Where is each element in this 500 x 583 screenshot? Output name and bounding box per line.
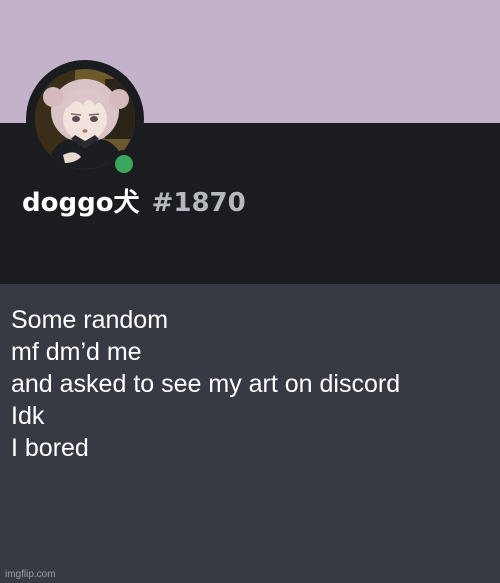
- message-line: mf dm’d me: [11, 338, 142, 366]
- imgflip-watermark: imgflip.com: [5, 569, 56, 580]
- online-status-icon: [115, 155, 133, 173]
- message-line: Some random: [11, 306, 169, 334]
- discriminator-tag: #1870: [151, 188, 246, 218]
- name-row: doggo犬 #1870: [22, 182, 246, 222]
- message-text: Some random mf dm’d me and asked to see …: [11, 304, 491, 464]
- message-line: I bored: [11, 434, 89, 462]
- username[interactable]: doggo犬: [22, 182, 140, 219]
- message-line: Idk: [11, 402, 45, 430]
- message-line: and asked to see my art on discord: [11, 370, 401, 398]
